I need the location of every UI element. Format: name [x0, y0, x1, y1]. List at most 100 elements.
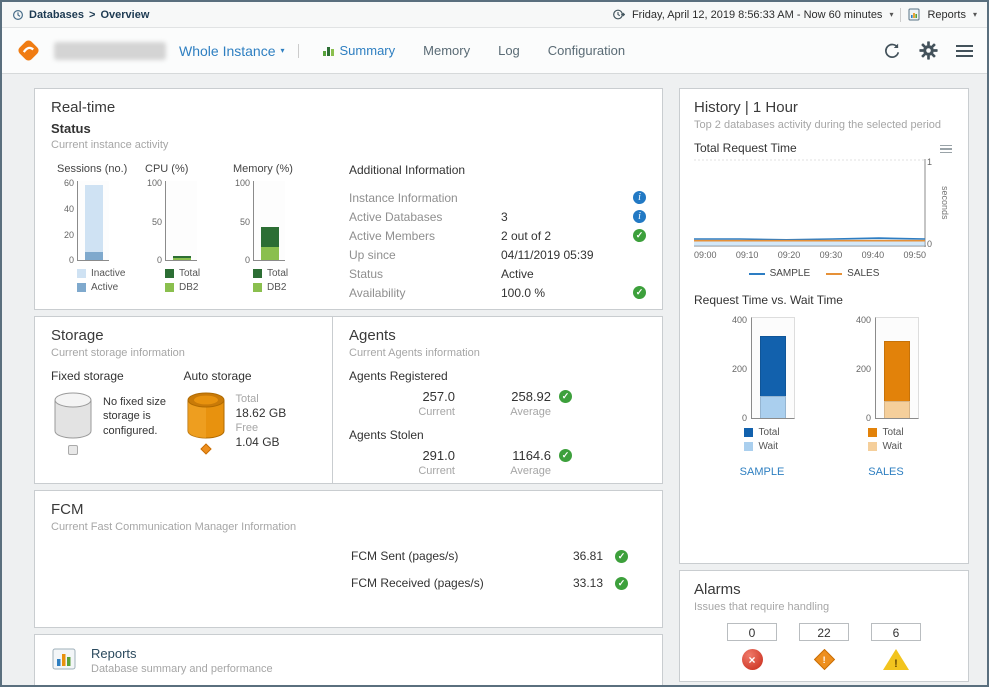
- sessions-plot: [77, 181, 109, 261]
- reports-menu[interactable]: Reports: [927, 9, 966, 21]
- check-icon: ✓: [633, 286, 646, 299]
- sales-legend: Total Wait: [868, 427, 903, 452]
- realtime-title: Real-time: [51, 99, 646, 116]
- warning-alarm-icon[interactable]: !: [883, 649, 909, 670]
- time-range-selector[interactable]: Friday, April 12, 2019 8:56:33 AM - Now …: [632, 9, 882, 21]
- scope-selector[interactable]: Whole Instance ▾: [179, 43, 285, 59]
- agents-stolen-label: Agents Stolen: [349, 428, 646, 442]
- sample-plot: [751, 317, 795, 419]
- sales-database-link[interactable]: SALES: [868, 466, 903, 478]
- tab-configuration[interactable]: Configuration: [548, 30, 625, 71]
- header-bar: Whole Instance ▾ Summary Memory Log Conf…: [2, 28, 987, 74]
- alarms-panel: Alarms Issues that require handling 0 × …: [679, 570, 969, 682]
- sales-bar-chart: 400 200 0 T: [853, 317, 919, 478]
- fcm-sent-row: FCM Sent (pages/s) 36.81 ✓: [351, 549, 646, 563]
- menu-icon[interactable]: [956, 45, 973, 57]
- agents-registered-values: 257.0 258.92 ✓: [359, 389, 646, 404]
- info-row-active-members: Active Members 2 out of 2 ✓: [349, 226, 646, 245]
- line-chart-y-axis: 1 0: [927, 159, 937, 247]
- fixed-storage-message: No fixed size storage is configured.: [103, 391, 184, 438]
- cpu-chart-title: CPU (%): [145, 163, 233, 175]
- sample-series-swatch: [749, 273, 765, 275]
- alarms-title: Alarms: [694, 581, 954, 598]
- tab-log-label: Log: [498, 43, 520, 58]
- history-description: Top 2 databases activity during the sele…: [694, 119, 954, 131]
- legend-swatch: [165, 269, 174, 278]
- total-value: 18.62 GB: [236, 406, 287, 420]
- time-range-caret-icon[interactable]: ▾: [889, 10, 893, 19]
- chart-menu-icon[interactable]: [938, 143, 954, 156]
- reports-title: Reports: [91, 646, 273, 661]
- tab-summary[interactable]: Summary: [322, 30, 396, 71]
- info-row-instance-information: Instance Information i: [349, 188, 646, 207]
- tab-log[interactable]: Log: [498, 30, 520, 71]
- legend-swatch: [165, 283, 174, 292]
- info-icon[interactable]: i: [633, 191, 646, 204]
- time-range-icon: [612, 8, 625, 21]
- agents-title: Agents: [349, 327, 646, 344]
- cpu-chart: CPU (%) 100 50 0: [145, 163, 233, 302]
- fcm-description: Current Fast Communication Manager Infor…: [51, 521, 646, 533]
- auto-storage-label: Auto storage: [184, 369, 317, 383]
- memory-plot: [253, 181, 285, 261]
- request-time-chart: 1 0 seconds: [694, 159, 954, 247]
- critical-alarm-count[interactable]: 22: [799, 623, 849, 641]
- breadcrumb-bar: Databases > Overview Friday, April 12, 2…: [2, 2, 987, 28]
- check-icon: ✓: [615, 577, 628, 590]
- fcm-panel: FCM Current Fast Communication Manager I…: [34, 490, 663, 628]
- reports-menu-icon: [908, 8, 920, 21]
- legend-swatch: [868, 428, 877, 437]
- check-icon: ✓: [559, 449, 572, 462]
- fatal-alarm-count[interactable]: 0: [727, 623, 777, 641]
- legend-swatch: [77, 283, 86, 292]
- reports-panel[interactable]: Reports Database summary and performance: [34, 634, 663, 686]
- legend-label: DB2: [267, 282, 286, 293]
- agents-registered-label: Agents Registered: [349, 369, 646, 383]
- reports-menu-caret-icon[interactable]: ▾: [973, 10, 977, 19]
- warning-alarm-count[interactable]: 6: [871, 623, 921, 641]
- critical-alarm-icon[interactable]: !: [813, 649, 834, 670]
- legend-swatch: [744, 442, 753, 451]
- auto-storage: Auto storage: [184, 369, 317, 455]
- fixed-storage-cylinder-icon: [51, 391, 95, 441]
- sessions-chart-title: Sessions (no.): [57, 163, 145, 175]
- fcm-title: FCM: [51, 501, 646, 518]
- sessions-legend: Inactive Active: [77, 268, 145, 293]
- memory-total-bar: [261, 227, 279, 248]
- legend-swatch: [77, 269, 86, 278]
- refresh-icon[interactable]: [883, 42, 901, 60]
- memory-chart-title: Memory (%): [233, 163, 321, 175]
- scope-label: Whole Instance: [179, 43, 276, 59]
- fixed-storage-status-icon: [68, 445, 78, 455]
- line-chart-y-label: seconds: [940, 173, 950, 233]
- main-content: Real-time Status Current instance activi…: [2, 74, 987, 686]
- sample-database-link[interactable]: SAMPLE: [740, 466, 785, 478]
- sample-wait-bar: [760, 396, 786, 419]
- free-value: 1.04 GB: [236, 435, 287, 449]
- breadcrumb-root[interactable]: Databases: [29, 9, 84, 21]
- auto-storage-status-icon: [200, 443, 211, 454]
- agents-panel: Agents Current Agents information Agents…: [332, 316, 663, 484]
- tab-summary-label: Summary: [340, 43, 396, 58]
- critical-alarm-group: 22 !: [799, 623, 849, 670]
- request-vs-wait-charts: 400 200 0 T: [694, 317, 954, 478]
- legend-label: DB2: [179, 282, 198, 293]
- line-chart-x-axis: 09:00 09:10 09:20 09:30 09:40 09:50: [694, 250, 926, 260]
- gear-icon[interactable]: [919, 41, 938, 60]
- realtime-description: Current instance activity: [51, 139, 646, 151]
- legend-swatch: [253, 269, 262, 278]
- cpu-legend: Total DB2: [165, 268, 233, 293]
- tab-memory[interactable]: Memory: [423, 30, 470, 71]
- sales-total-bar: [884, 341, 910, 401]
- info-row-active-databases: Active Databases 3 i: [349, 207, 646, 226]
- topbar-divider: [900, 8, 901, 22]
- sales-plot: [875, 317, 919, 419]
- breadcrumb-icon: [12, 9, 24, 21]
- info-icon[interactable]: i: [633, 210, 646, 223]
- stolen-average-value: 1164.6: [455, 448, 551, 463]
- realtime-panel: Real-time Status Current instance activi…: [34, 88, 663, 310]
- fatal-alarm-icon[interactable]: ×: [742, 649, 763, 670]
- check-icon: ✓: [615, 550, 628, 563]
- agents-description: Current Agents information: [349, 347, 646, 359]
- storage-title: Storage: [51, 327, 316, 344]
